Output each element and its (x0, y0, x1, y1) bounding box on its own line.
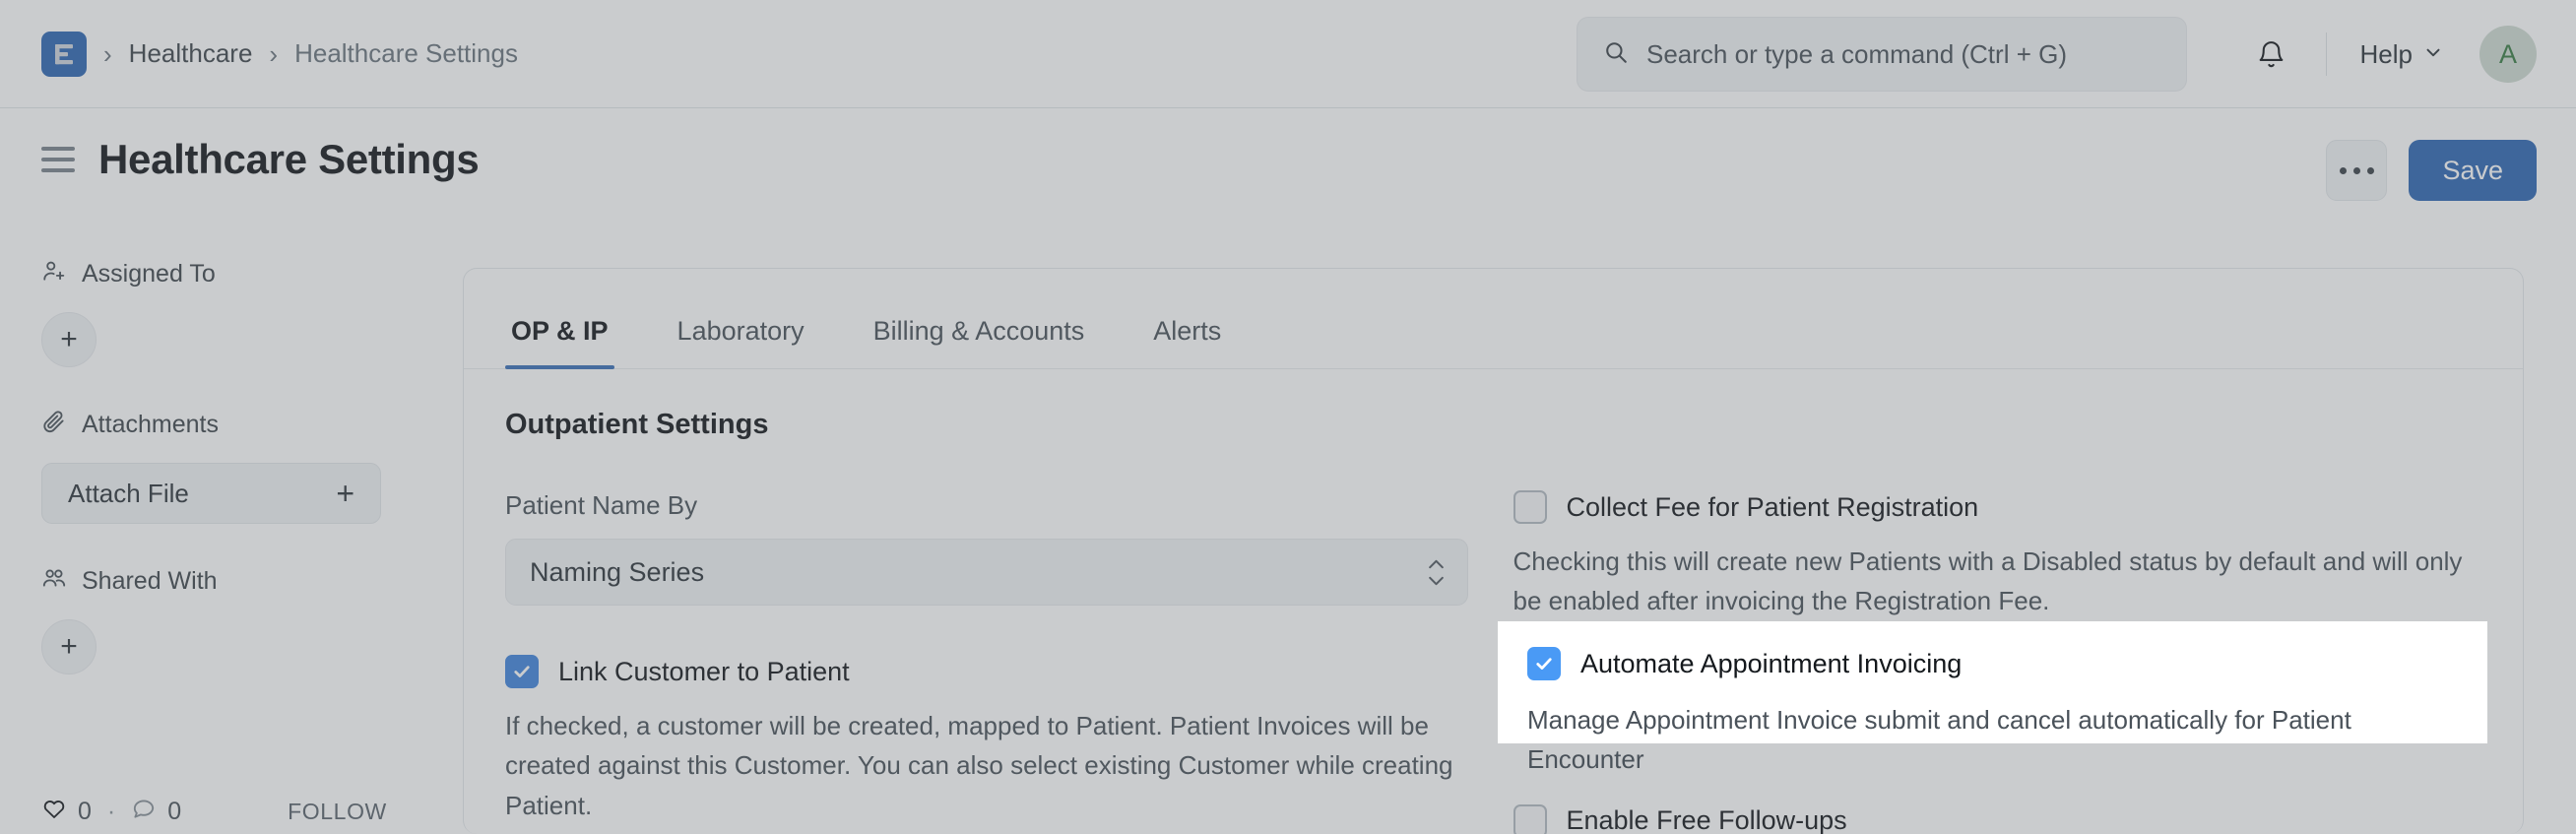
link-customer-checkbox[interactable] (505, 655, 539, 688)
breadcrumb-separator-2: › (269, 38, 279, 69)
plus-icon: + (336, 476, 354, 511)
save-button[interactable]: Save (2409, 140, 2537, 201)
automate-invoicing-description: Manage Appointment Invoice submit and ca… (1527, 705, 2351, 775)
search-placeholder: Search or type a command (Ctrl + G) (1646, 38, 2067, 69)
page-title: Healthcare Settings (98, 136, 480, 182)
breadcrumb-separator-1: › (103, 38, 112, 69)
breadcrumb-item-healthcare[interactable]: Healthcare (129, 38, 253, 69)
sidebar-section-assigned-to: Assigned To + (41, 258, 416, 367)
erpnext-logo-icon[interactable] (41, 31, 87, 77)
help-menu[interactable]: Help (2352, 33, 2452, 76)
ellipsis-icon[interactable] (2326, 140, 2388, 201)
users-icon (41, 565, 67, 598)
like-count: 0 (78, 798, 92, 825)
collect-fee-label: Collect Fee for Patient Registration (1566, 491, 1979, 522)
search-icon (1603, 39, 1629, 70)
link-customer-description: If checked, a customer will be created, … (505, 711, 1453, 820)
follow-button[interactable]: FOLLOW (288, 799, 387, 825)
patient-name-by-select[interactable]: Naming Series (505, 539, 1468, 606)
link-customer-checkbox-row[interactable]: Link Customer to Patient (505, 655, 1474, 688)
avatar-initial: A (2498, 38, 2517, 69)
shared-with-label: Shared With (82, 567, 218, 595)
page-title-group: Healthcare Settings (41, 136, 480, 183)
page-title-bar: Healthcare Settings Save (0, 108, 2576, 234)
tab-op-and-ip[interactable]: OP & IP (505, 316, 614, 369)
add-assignment-button[interactable]: + (41, 312, 97, 367)
breadcrumb-item-healthcare-settings[interactable]: Healthcare Settings (294, 38, 518, 69)
bell-icon[interactable] (2243, 26, 2300, 83)
link-customer-label: Link Customer to Patient (558, 656, 850, 686)
sidebar-section-shared-with: Shared With + (41, 565, 416, 674)
paperclip-icon (41, 409, 67, 441)
user-plus-icon (41, 258, 67, 290)
tab-bar: OP & IP Laboratory Billing & Accounts Al… (464, 269, 2523, 369)
add-share-button[interactable]: + (41, 619, 97, 674)
comment-group[interactable]: 0 (131, 796, 181, 828)
tab-billing-and-accounts[interactable]: Billing & Accounts (868, 316, 1091, 368)
collect-fee-description: Checking this will create new Patients w… (1513, 546, 2463, 616)
tab-alerts[interactable]: Alerts (1147, 316, 1227, 368)
assigned-to-label: Assigned To (82, 260, 216, 288)
free-followups-label: Enable Free Follow-ups (1566, 805, 1847, 834)
heart-icon[interactable] (41, 796, 67, 828)
collect-fee-checkbox[interactable] (1513, 490, 1547, 524)
field-patient-name-by: Patient Name By Naming Series (505, 490, 1474, 606)
automate-invoicing-highlight: Automate Appointment Invoicing Manage Ap… (1498, 621, 2487, 774)
chevron-down-icon (2422, 39, 2444, 70)
field-link-customer-to-patient: Link Customer to Patient If checked, a c… (505, 655, 1474, 825)
left-column: Patient Name By Naming Series Link Custo… (505, 490, 1474, 834)
field-collect-fee: Collect Fee for Patient Registration Che… (1513, 490, 2482, 621)
breadcrumb: › Healthcare › Healthcare Settings (0, 31, 518, 77)
search-input[interactable]: Search or type a command (Ctrl + G) (1577, 17, 2187, 92)
avatar[interactable]: A (2479, 26, 2537, 83)
attachments-header: Attachments (41, 409, 416, 441)
automate-invoicing-checkbox-row[interactable]: Automate Appointment Invoicing (1527, 647, 2458, 680)
comment-count: 0 (167, 798, 182, 825)
like-group[interactable]: 0 (41, 796, 92, 828)
shared-with-header: Shared With (41, 565, 416, 598)
free-followups-checkbox-row[interactable]: Enable Free Follow-ups (1513, 803, 2482, 834)
section-title-outpatient-settings: Outpatient Settings (505, 409, 769, 440)
form-sidebar: Assigned To + Attachments Attach File + (41, 258, 416, 694)
attach-file-button[interactable]: Attach File + (41, 463, 381, 524)
collect-fee-checkbox-row[interactable]: Collect Fee for Patient Registration (1513, 490, 2482, 524)
patient-name-by-value: Naming Series (530, 556, 705, 587)
sidebar-footer: 0 · 0 FOLLOW (41, 796, 387, 828)
comment-icon[interactable] (131, 796, 157, 828)
chevron-updown-icon (1427, 558, 1446, 587)
field-free-followups: Enable Free Follow-ups (1513, 803, 2482, 834)
footer-separator: · (106, 798, 116, 825)
help-label: Help (2359, 38, 2413, 69)
global-search[interactable]: Search or type a command (Ctrl + G) (1577, 17, 2187, 92)
page-actions: Save (2326, 140, 2537, 201)
patient-name-by-label: Patient Name By (505, 490, 698, 520)
automate-invoicing-checkbox[interactable] (1527, 647, 1561, 680)
top-navbar: › Healthcare › Healthcare Settings Searc… (0, 0, 2576, 108)
assigned-to-header: Assigned To (41, 258, 416, 290)
hamburger-menu-icon[interactable] (41, 147, 75, 172)
navbar-actions: Help A (2243, 0, 2537, 108)
automate-invoicing-label: Automate Appointment Invoicing (1580, 648, 1963, 678)
free-followups-checkbox[interactable] (1513, 803, 1547, 834)
attach-file-label: Attach File (68, 478, 189, 508)
sidebar-section-attachments: Attachments Attach File + (41, 409, 416, 524)
navbar-divider (2325, 32, 2327, 76)
attachments-label: Attachments (82, 411, 219, 438)
tab-laboratory[interactable]: Laboratory (672, 316, 810, 368)
